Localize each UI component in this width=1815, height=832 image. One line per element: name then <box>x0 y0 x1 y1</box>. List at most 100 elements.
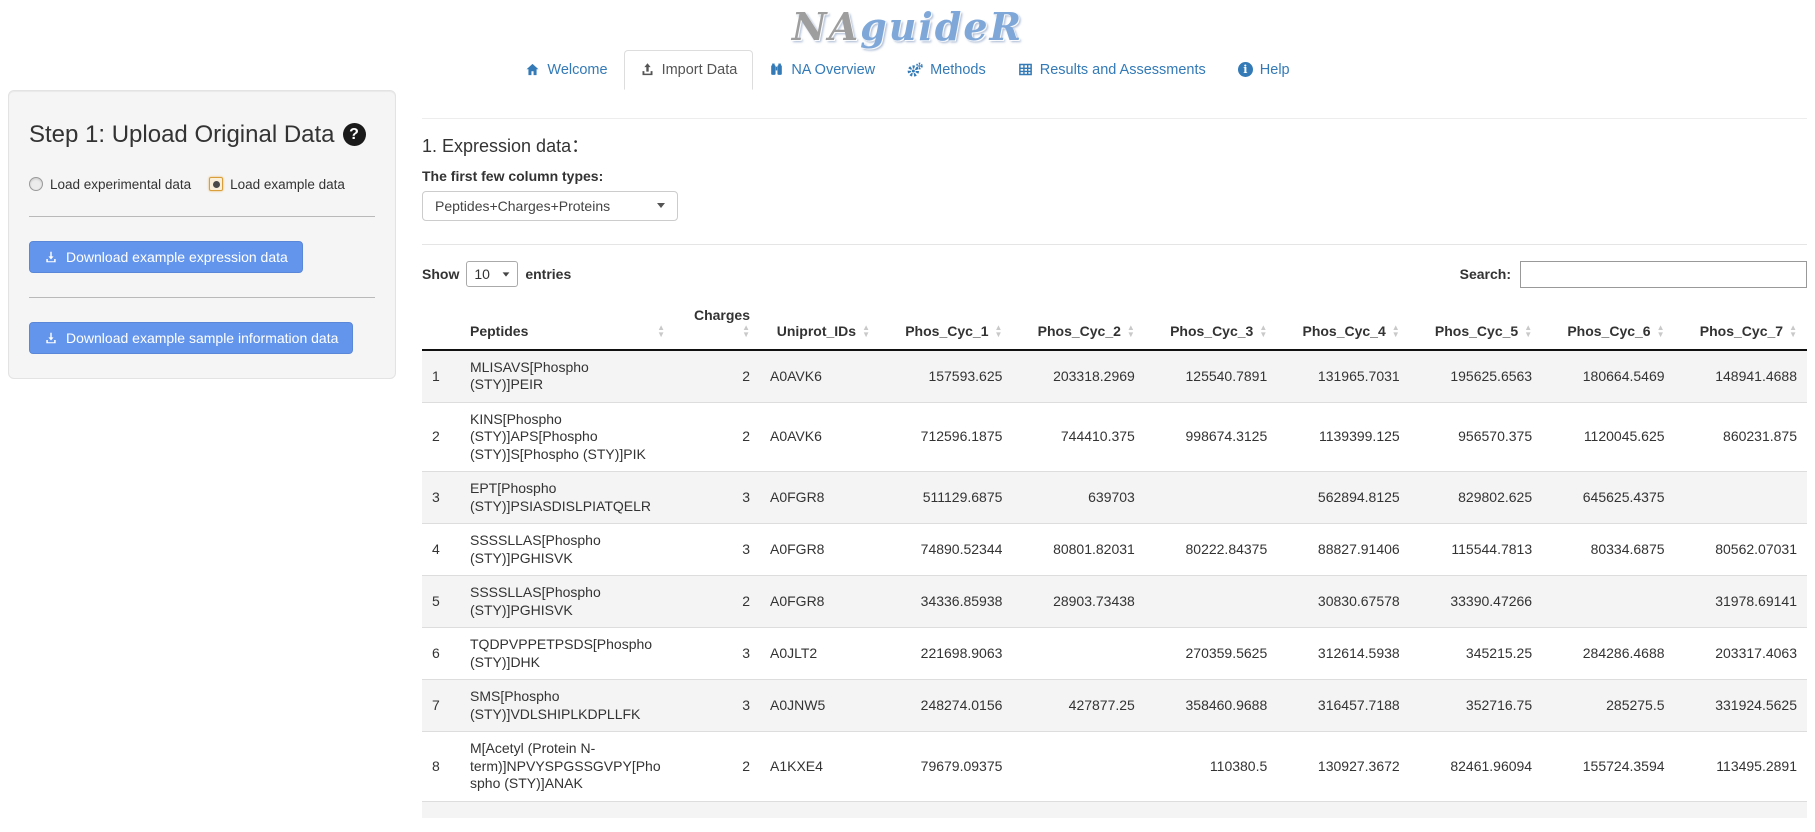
sort-icon: ▲▼ <box>657 324 665 339</box>
table-row[interactable]: 5SSSSLLAS[Phospho (STY)]PGHISVK2A0FGR834… <box>422 576 1807 628</box>
app-logo: NAguideR <box>0 6 1815 48</box>
header-label: Phos_Cyc_1 <box>905 323 988 339</box>
header-phos-cyc-1[interactable]: Phos_Cyc_1 ▲▼ <box>880 298 1012 350</box>
tab-methods[interactable]: Methods <box>891 50 1002 90</box>
sort-icon: ▲▼ <box>1127 324 1135 339</box>
sort-icon: ▲▼ <box>1259 324 1267 339</box>
table-row[interactable]: 7SMS[Phospho (STY)]VDLSHIPLKDPLLFK3A0JNW… <box>422 680 1807 732</box>
cell-Phos_Cyc_4: 30830.67578 <box>1277 576 1409 628</box>
cell-Phos_Cyc_7: 80562.07031 <box>1675 524 1807 576</box>
tab-import-data[interactable]: Import Data <box>624 50 754 90</box>
button-label: Download example expression data <box>66 249 288 265</box>
data-source-radios: Load experimental data Load example data <box>29 177 375 192</box>
tab-na-overview[interactable]: NA Overview <box>753 50 891 90</box>
panel-title-text: Step 1: Upload Original Data <box>29 121 335 149</box>
radio-label: Load experimental data <box>50 177 191 192</box>
cell-Phos_Cyc_3: 125540.7891 <box>1145 350 1277 403</box>
cell-Phos_Cyc_6: 180664.5469 <box>1542 350 1674 403</box>
cell-Phos_Cyc_4: 88827.91406 <box>1277 524 1409 576</box>
page-length-control: Show 10 entries <box>422 261 571 287</box>
cell-Phos_Cyc_2: 744410.375 <box>1012 402 1144 472</box>
cell-Phos_Cyc_5: 195625.6563 <box>1410 350 1542 403</box>
tab-label: Welcome <box>547 62 607 78</box>
header-phos-cyc-3[interactable]: Phos_Cyc_3▲▼ <box>1145 298 1277 350</box>
search-label: Search: <box>1460 266 1511 282</box>
table-icon <box>1018 62 1033 77</box>
sort-icon: ▲▼ <box>995 324 1003 339</box>
header-phos-cyc-2[interactable]: Phos_Cyc_2▲▼ <box>1012 298 1144 350</box>
header-uniprot-ids[interactable]: Uniprot_IDs▲▼ <box>760 298 880 350</box>
header-phos-cyc-6[interactable]: Phos_Cyc_6▲▼ <box>1542 298 1674 350</box>
sort-icon: ▲▼ <box>742 324 750 339</box>
cell-row-number: 8 <box>422 732 460 802</box>
table-body: 1MLISAVS[Phospho (STY)]PEIR2A0AVK6157593… <box>422 350 1807 818</box>
cell-Phos_Cyc_3: 998674.3125 <box>1145 402 1277 472</box>
tab-label: Help <box>1260 62 1290 78</box>
tab-results-and-assessments[interactable]: Results and Assessments <box>1002 50 1222 90</box>
table-row[interactable]: 2KINS[Phospho (STY)]APS[Phospho (STY)]S[… <box>422 402 1807 472</box>
header-phos-cyc-7[interactable]: Phos_Cyc_7▲▼ <box>1675 298 1807 350</box>
radio-icon[interactable] <box>209 177 223 191</box>
question-circle-icon[interactable]: ? <box>343 123 366 146</box>
column-types-value: Peptides+Charges+Proteins <box>435 198 610 214</box>
cell-Uniprot_IDs: A0AVK6 <box>760 402 880 472</box>
cell-row-number: 3 <box>422 472 460 524</box>
chevron-down-icon <box>657 203 665 208</box>
info-icon: i <box>1238 62 1253 77</box>
main-navigation: Welcome Import Data NA Overview Methods … <box>0 50 1815 90</box>
table-row[interactable]: 1MLISAVS[Phospho (STY)]PEIR2A0AVK6157593… <box>422 350 1807 403</box>
radio-icon[interactable] <box>29 177 43 191</box>
table-row[interactable]: 3EPT[Phospho (STY)]PSIASDISLPIATQELR3A0F… <box>422 472 1807 524</box>
cell-Phos_Cyc_6: 285275.5 <box>1542 680 1674 732</box>
cell-Phos_Cyc_4: 312614.5938 <box>1277 628 1409 680</box>
cell-Charges: 2 <box>675 350 760 403</box>
cogs-icon <box>907 62 923 78</box>
cell-Phos_Cyc_7: 31978.69141 <box>1675 576 1807 628</box>
download-expression-data-button[interactable]: Download example expression data <box>29 241 303 273</box>
cell-Peptides: SSSSLLAS[Phospho (STY)]PGHISVK <box>460 576 675 628</box>
cell-Charges: 2 <box>675 576 760 628</box>
cell-Phos_Cyc_2 <box>1012 732 1144 802</box>
search-input[interactable] <box>1520 261 1807 288</box>
header-label: Uniprot_IDs <box>777 323 856 339</box>
cell-Phos_Cyc_5: 33390.47266 <box>1410 576 1542 628</box>
tab-welcome[interactable]: Welcome <box>509 50 623 90</box>
cell-Phos_Cyc_3: 358460.9688 <box>1145 680 1277 732</box>
cell-row-number: 1 <box>422 350 460 403</box>
page-length-select[interactable]: 10 <box>466 261 518 287</box>
table-header-row: Peptides ▲▼ Charges▲▼ Uniprot_IDs▲▼ Phos… <box>422 298 1807 350</box>
cell-Peptides: MLISAVS[Phospho (STY)]PEIR <box>460 350 675 403</box>
download-sample-information-button[interactable]: Download example sample information data <box>29 322 353 354</box>
radio-load-experimental-data[interactable]: Load experimental data <box>29 177 191 192</box>
header-peptides[interactable]: Peptides ▲▼ <box>460 298 675 350</box>
column-types-select[interactable]: Peptides+Charges+Proteins <box>422 191 678 221</box>
cell-Phos_Cyc_2: 80801.82031 <box>1012 524 1144 576</box>
header-phos-cyc-4[interactable]: Phos_Cyc_4▲▼ <box>1277 298 1409 350</box>
cell-Phos_Cyc_4: 130927.3672 <box>1277 732 1409 802</box>
table-row[interactable]: 4SSSSLLAS[Phospho (STY)]PGHISVK3A0FGR874… <box>422 524 1807 576</box>
tab-help[interactable]: i Help <box>1222 50 1306 90</box>
table-row[interactable]: 8M[Acetyl (Protein N-term)]NPVYSPGSSGVPY… <box>422 732 1807 802</box>
cell-Charges: 3 <box>675 628 760 680</box>
header-phos-cyc-5[interactable]: Phos_Cyc_5▲▼ <box>1410 298 1542 350</box>
table-row[interactable]: 6TQDPVPPETPSDS[Phospho (STY)]DHK3A0JLT22… <box>422 628 1807 680</box>
sort-icon: ▲▼ <box>1524 324 1532 339</box>
cell-Uniprot_IDs: A0JNW5 <box>760 680 880 732</box>
cell-Uniprot_IDs: A0AVK6 <box>760 350 880 403</box>
cell-Phos_Cyc_5: 829802.625 <box>1410 472 1542 524</box>
button-label: Download example sample information data <box>66 330 338 346</box>
header-charges[interactable]: Charges▲▼ <box>675 298 760 350</box>
divider <box>422 118 1807 119</box>
tab-label: NA Overview <box>791 62 875 78</box>
home-icon <box>525 62 540 77</box>
upload-panel: Step 1: Upload Original Data ? Load expe… <box>8 90 396 379</box>
tab-label: Methods <box>930 62 986 78</box>
cell-Peptides: EPT[Phospho (STY)]PSIASDISLPIATQELR <box>460 472 675 524</box>
cell-Phos_Cyc_3: 80222.84375 <box>1145 524 1277 576</box>
cell-Phos_Cyc_4: 1139399.125 <box>1277 402 1409 472</box>
import-data-panel: 1. Expression data： The first few column… <box>396 90 1807 818</box>
cell-Phos_Cyc_1: 712596.1875 <box>880 402 1012 472</box>
radio-load-example-data[interactable]: Load example data <box>209 177 345 192</box>
sort-icon: ▲▼ <box>1657 324 1665 339</box>
cell-Phos_Cyc_2: 639703 <box>1012 472 1144 524</box>
